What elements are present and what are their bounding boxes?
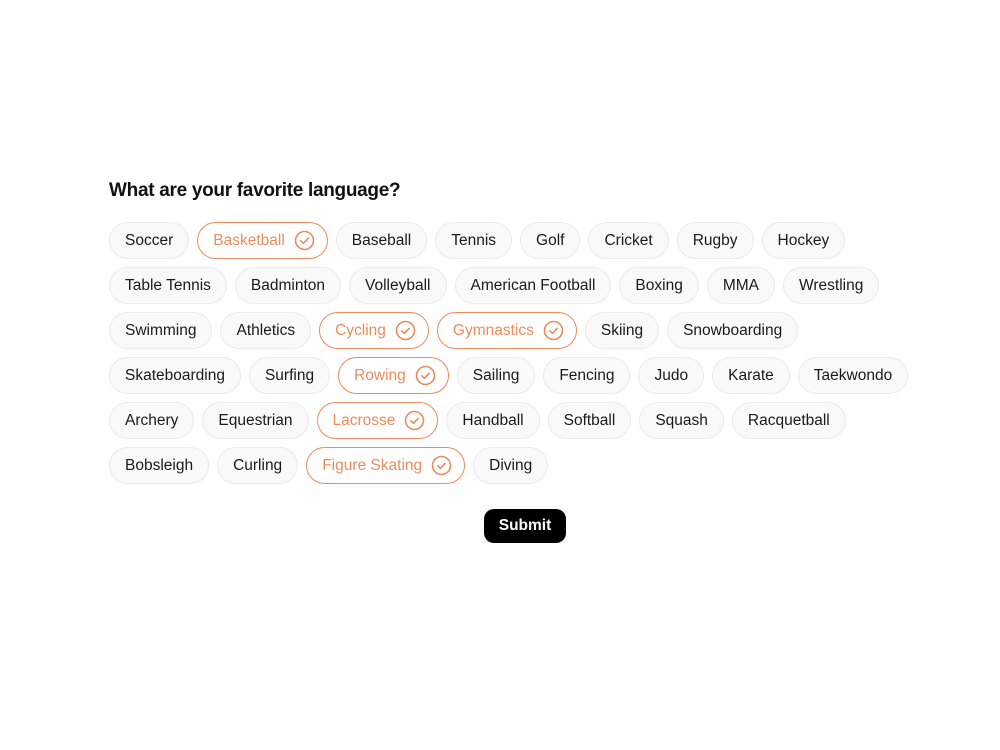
option-label: Taekwondo xyxy=(813,366,893,384)
option-label: MMA xyxy=(722,276,759,294)
sports-selection-form: What are your favorite language? Soccer B… xyxy=(109,178,929,484)
option-label: Volleyball xyxy=(365,276,431,294)
option-label: Golf xyxy=(536,231,565,249)
check-circle-icon xyxy=(404,410,425,431)
option-label: Lacrosse xyxy=(332,411,396,429)
option-chip-table-tennis[interactable]: Table Tennis xyxy=(109,267,227,304)
option-label: Snowboarding xyxy=(683,321,783,339)
check-circle-icon xyxy=(431,455,452,476)
option-label: Rowing xyxy=(354,366,406,384)
option-chip-cricket[interactable]: Cricket xyxy=(588,222,669,259)
option-chip-diving[interactable]: Diving xyxy=(473,447,549,484)
option-chip-hockey[interactable]: Hockey xyxy=(761,222,846,259)
option-chip-racquetball[interactable]: Racquetball xyxy=(731,402,846,439)
option-label: American Football xyxy=(470,276,596,294)
option-chip-boxing[interactable]: Boxing xyxy=(619,267,699,304)
option-chip-wrestling[interactable]: Wrestling xyxy=(783,267,880,304)
option-chip-fencing[interactable]: Fencing xyxy=(543,357,631,394)
option-label: Diving xyxy=(489,456,533,474)
option-label: Rugby xyxy=(692,231,738,249)
option-label: Cycling xyxy=(335,321,386,339)
option-chip-baseball[interactable]: Baseball xyxy=(335,222,428,259)
option-label: Fencing xyxy=(559,366,615,384)
option-label: Handball xyxy=(462,411,524,429)
option-chip-judo[interactable]: Judo xyxy=(638,357,705,394)
submit-row: Submit xyxy=(0,509,1000,543)
option-chip-mma[interactable]: MMA xyxy=(706,267,775,304)
option-chip-surfing[interactable]: Surfing xyxy=(248,357,331,394)
option-chip-archery[interactable]: Archery xyxy=(109,402,195,439)
option-label: Hockey xyxy=(777,231,830,249)
option-label: Basketball xyxy=(213,231,285,249)
option-chip-rugby[interactable]: Rugby xyxy=(676,222,754,259)
option-label: Tennis xyxy=(451,231,497,249)
option-label: Surfing xyxy=(264,366,315,384)
option-label: Baseball xyxy=(351,231,412,249)
option-chip-lacrosse[interactable]: Lacrosse xyxy=(316,402,439,439)
option-label: Squash xyxy=(655,411,708,429)
option-label: Sailing xyxy=(472,366,520,384)
option-chip-swimming[interactable]: Swimming xyxy=(109,312,213,349)
option-label: Karate xyxy=(728,366,774,384)
option-label: Wrestling xyxy=(799,276,864,294)
option-chip-softball[interactable]: Softball xyxy=(547,402,632,439)
option-chip-snowboarding[interactable]: Snowboarding xyxy=(667,312,799,349)
option-chip-sailing[interactable]: Sailing xyxy=(456,357,536,394)
option-label: Racquetball xyxy=(747,411,830,429)
option-chip-bobsleigh[interactable]: Bobsleigh xyxy=(109,447,210,484)
option-chip-athletics[interactable]: Athletics xyxy=(220,312,312,349)
option-label: Swimming xyxy=(125,321,197,339)
option-chip-american-football[interactable]: American Football xyxy=(454,267,612,304)
option-chip-rowing[interactable]: Rowing xyxy=(338,357,449,394)
option-label: Curling xyxy=(233,456,283,474)
option-label: Skateboarding xyxy=(125,366,225,384)
option-chip-squash[interactable]: Squash xyxy=(639,402,724,439)
check-circle-icon xyxy=(395,320,416,341)
option-chip-badminton[interactable]: Badminton xyxy=(234,267,341,304)
check-circle-icon xyxy=(294,230,315,251)
check-circle-icon xyxy=(415,365,436,386)
option-label: Badminton xyxy=(250,276,325,294)
option-chip-gymnastics[interactable]: Gymnastics xyxy=(436,312,577,349)
option-chip-list: Soccer Basketball Baseball Tennis Golf Cricke… xyxy=(109,222,929,484)
option-chip-cycling[interactable]: Cycling xyxy=(319,312,429,349)
option-label: Soccer xyxy=(125,231,174,249)
submit-button[interactable]: Submit xyxy=(483,509,567,543)
option-chip-figure-skating[interactable]: Figure Skating xyxy=(306,447,466,484)
option-chip-soccer[interactable]: Soccer xyxy=(109,222,190,259)
option-chip-tennis[interactable]: Tennis xyxy=(435,222,513,259)
option-chip-handball[interactable]: Handball xyxy=(446,402,540,439)
option-chip-golf[interactable]: Golf xyxy=(520,222,581,259)
check-circle-icon xyxy=(543,320,564,341)
option-label: Athletics xyxy=(236,321,296,339)
option-label: Softball xyxy=(563,411,616,429)
option-chip-taekwondo[interactable]: Taekwondo xyxy=(797,357,909,394)
option-label: Judo xyxy=(654,366,689,384)
option-label: Equestrian xyxy=(218,411,293,429)
option-chip-equestrian[interactable]: Equestrian xyxy=(202,402,309,439)
option-chip-volleyball[interactable]: Volleyball xyxy=(349,267,447,304)
option-label: Cricket xyxy=(604,231,653,249)
option-label: Boxing xyxy=(635,276,683,294)
option-label: Archery xyxy=(125,411,179,429)
option-label: Figure Skating xyxy=(322,456,423,474)
question-title: What are your favorite language? xyxy=(109,180,401,201)
option-label: Gymnastics xyxy=(452,321,534,339)
option-label: Skiing xyxy=(600,321,644,339)
option-chip-karate[interactable]: Karate xyxy=(712,357,790,394)
option-chip-skateboarding[interactable]: Skateboarding xyxy=(109,357,241,394)
option-label: Table Tennis xyxy=(125,276,211,294)
option-chip-basketball[interactable]: Basketball xyxy=(197,222,328,259)
option-chip-curling[interactable]: Curling xyxy=(217,447,299,484)
option-chip-skiing[interactable]: Skiing xyxy=(584,312,660,349)
option-label: Bobsleigh xyxy=(125,456,194,474)
